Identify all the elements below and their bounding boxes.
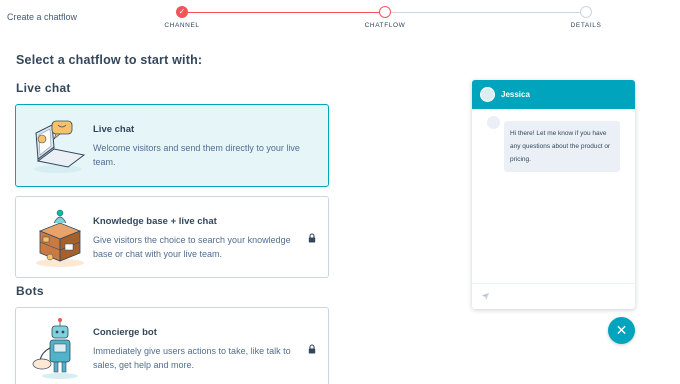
book-stack-illustration-icon <box>36 209 84 267</box>
progress-line-upcoming <box>385 12 586 13</box>
card-description: Immediately give users actions to take, … <box>93 346 291 370</box>
message-avatar <box>487 116 500 129</box>
chat-message-bubble: Hi there! Let me know if you have any qu… <box>504 121 620 172</box>
robot-illustration-icon <box>32 318 78 379</box>
step-chatflow-label: CHATFLOW <box>364 22 406 29</box>
chatflow-card-live-chat[interactable]: Live chat Welcome visitors and send them… <box>15 104 329 187</box>
laptop-chat-illustration-icon <box>34 120 86 173</box>
step-channel-check-icon[interactable]: ✓ <box>176 6 188 18</box>
card-description: Welcome visitors and send them directly … <box>93 143 300 167</box>
card-title: Knowledge base + live chat <box>93 216 217 227</box>
step-details-label: DETAILS <box>570 22 602 29</box>
card-title: Concierge bot <box>93 327 157 338</box>
chat-preview-widget: Jessica Hi there! Let me know if you hav… <box>472 80 635 309</box>
section-title-bots: Bots <box>16 284 44 298</box>
step-channel-label[interactable]: CHANNEL <box>164 22 199 29</box>
step-details-dot <box>580 6 592 18</box>
step-chatflow-dot <box>379 6 391 18</box>
card-description: Give visitors the choice to search your … <box>93 235 291 259</box>
lock-icon <box>308 233 316 243</box>
agent-name: Jessica <box>501 90 530 99</box>
close-chat-icon[interactable]: ✕ <box>608 317 635 344</box>
chatflow-card-knowledge-base[interactable]: Knowledge base + live chat Give visitors… <box>15 196 329 278</box>
top-bar: Create a chatflow ✓ CHANNEL CHATFLOW DET… <box>0 0 680 38</box>
chatflow-card-concierge-bot[interactable]: Concierge bot Immediately give users act… <box>15 307 329 384</box>
agent-avatar <box>480 87 495 102</box>
lock-icon <box>308 344 316 354</box>
send-icon[interactable] <box>481 292 490 301</box>
page-heading: Select a chatflow to start with: <box>16 53 203 67</box>
breadcrumb: Create a chatflow <box>7 12 78 22</box>
chat-preview-header: Jessica <box>472 80 635 109</box>
chat-input-bar[interactable] <box>472 283 635 309</box>
progress-line-complete <box>182 12 385 13</box>
section-title-live-chat: Live chat <box>16 81 71 95</box>
card-title: Live chat <box>93 124 135 135</box>
